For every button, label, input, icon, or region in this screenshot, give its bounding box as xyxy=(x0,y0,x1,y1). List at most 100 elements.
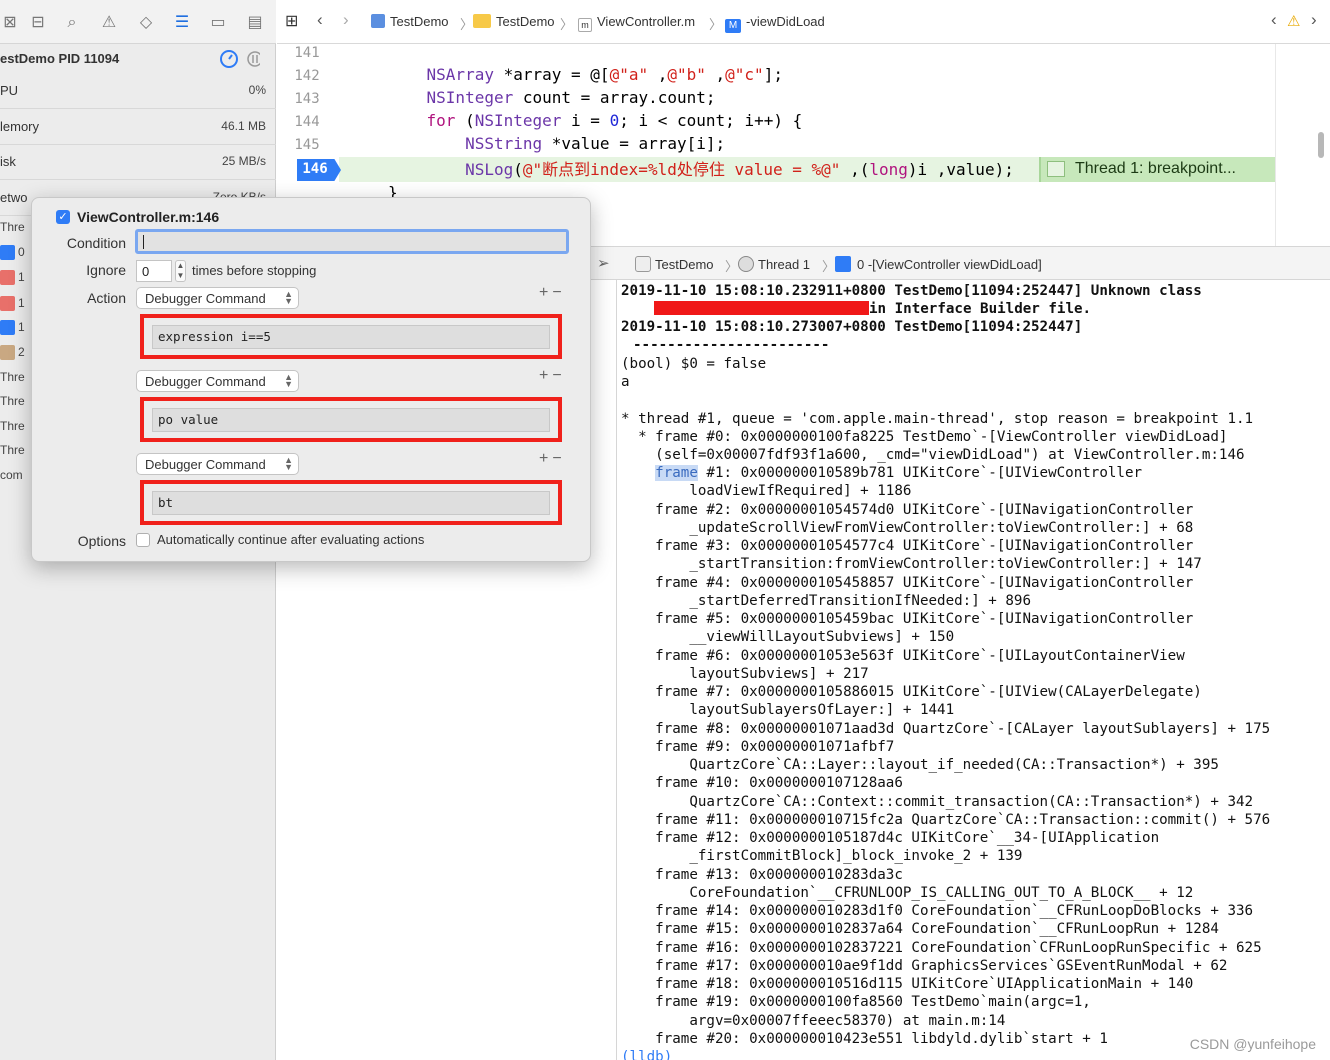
action-type-popup[interactable]: Debugger Command ▲ ▼ xyxy=(136,453,299,475)
console-line: frame #20: 0x000000010423e551 libdyld.dy… xyxy=(621,1031,1108,1047)
jump-bar: ⊞ ‹ › TestDemo 〉 TestDemo 〉 m ViewControl… xyxy=(277,0,1330,44)
search-icon[interactable]: ⌕ xyxy=(62,12,82,32)
action-type-popup[interactable]: Debugger Command ▲ ▼ xyxy=(136,370,299,392)
line-number: 143 xyxy=(294,91,320,107)
updown-chevron-icon: ▲ ▼ xyxy=(284,289,293,306)
console-line: frame #9: 0x00000001071afbf7 xyxy=(621,739,895,755)
console-line: frame #7: 0x0000000105886015 UIKitCore`-… xyxy=(621,684,1202,700)
debug-breadcrumb-frame[interactable]: 0 -[ViewController viewDidLoad] xyxy=(835,256,1042,272)
condition-input[interactable] xyxy=(135,229,569,254)
action-type-popup[interactable]: Debugger Command ▲ ▼ xyxy=(136,287,299,309)
debugger-command-field[interactable]: expression i==5 xyxy=(152,325,550,349)
console-line: frame #1: 0x000000010589b781 UIKitCore`-… xyxy=(655,465,1143,481)
condition-label: Condition xyxy=(66,235,126,251)
options-label: Options xyxy=(77,533,126,549)
breadcrumb-project[interactable]: TestDemo xyxy=(371,14,449,29)
console-line: frame #19: 0x0000000100fa8560 TestDemo`m… xyxy=(621,994,1091,1010)
console-line: argv=0x00007ffeeec58370) at main.m:14 xyxy=(621,1013,1006,1029)
test-diamond-icon[interactable]: ◇ xyxy=(136,12,156,32)
person-icon xyxy=(0,320,15,336)
breadcrumb-method[interactable]: M -viewDidLoad xyxy=(725,14,825,33)
console-line: __viewWillLayoutSubviews] + 150 xyxy=(621,629,955,645)
breadcrumb-separator: 〉 xyxy=(560,17,574,32)
memory-gauge[interactable]: lemory 46.1 MB xyxy=(0,110,276,145)
console-line: QuartzCore`CA::Context::commit_transacti… xyxy=(621,794,1254,810)
updown-chevron-icon: ▲ ▼ xyxy=(284,455,293,472)
issue-warning-icon[interactable]: ⚠ xyxy=(99,12,119,32)
debug-breadcrumb-target[interactable]: TestDemo xyxy=(635,256,714,272)
breadcrumb-separator: 〉 xyxy=(460,17,474,32)
console-line: frame #14: 0x000000010283d1f0 CoreFounda… xyxy=(621,903,1254,919)
add-remove-action-buttons[interactable]: +− xyxy=(539,450,566,468)
warning-icon[interactable]: ⚠ xyxy=(1287,12,1300,30)
forward-arrow-icon[interactable]: › xyxy=(343,10,349,30)
console-line: frame #18: 0x000000010516d115 UIKitCore`… xyxy=(621,976,1194,992)
window-icon xyxy=(0,270,15,286)
breakpoint-enabled-checkbox[interactable]: ✓ xyxy=(56,210,70,224)
add-remove-action-buttons[interactable]: +− xyxy=(539,367,566,385)
auto-continue-label: Automatically continue after evaluating … xyxy=(157,532,425,547)
project-icon xyxy=(371,14,385,28)
debug-console[interactable]: 2019-11-10 15:08:10.232911+0800 TestDemo… xyxy=(618,280,1330,1060)
thread-stop-badge[interactable]: Thread 1: breakpoint... xyxy=(1039,157,1275,182)
back-arrow-icon[interactable]: ‹ xyxy=(317,10,323,30)
breadcrumb-separator: 〉 xyxy=(822,259,836,274)
ignore-count-field[interactable]: 0 xyxy=(136,260,172,282)
console-line: frame #8: 0x00000001071aad3d QuartzCore`… xyxy=(621,721,1271,737)
breadcrumb-file[interactable]: m ViewController.m xyxy=(578,14,695,32)
source-control-icon[interactable]: ⊟ xyxy=(28,12,48,32)
console-line: frame #6: 0x00000001053e563f UIKitCore`-… xyxy=(621,648,1185,664)
console-line: frame #13: 0x000000010283da3c xyxy=(621,867,903,883)
prev-issue-icon[interactable]: ‹ xyxy=(1271,10,1277,30)
gauge-icon[interactable] xyxy=(220,50,263,68)
console-line: frame #3: 0x00000001054577c4 UIKitCore`-… xyxy=(621,538,1194,554)
breakpoint-title: ViewController.m:146 xyxy=(77,209,220,225)
console-line: _startTransition:fromViewController:toVi… xyxy=(621,556,1202,572)
ignore-suffix-text: times before stopping xyxy=(192,263,317,278)
highlight-box: po value xyxy=(140,397,562,442)
code-line: for (NSInteger i = 0; i < count; i++) { xyxy=(426,111,803,130)
code-line: NSLog(@"断点到index=%ld处停住 value = %@" ,(lo… xyxy=(465,160,1014,179)
method-icon: M xyxy=(725,19,741,33)
text-caret xyxy=(143,235,144,249)
gear-icon xyxy=(0,345,15,361)
report-icon[interactable]: ▤ xyxy=(245,12,265,32)
debugger-command-field[interactable]: bt xyxy=(152,491,550,515)
console-line: _startDeferredTransitionIfNeeded:] + 896 xyxy=(621,593,1031,609)
folder-icon[interactable]: ⊠ xyxy=(0,12,20,32)
next-issue-icon[interactable]: › xyxy=(1311,10,1317,30)
console-line: loadViewIfRequired] + 1186 xyxy=(621,483,912,499)
related-items-icon[interactable]: ⊞ xyxy=(285,11,298,31)
auto-continue-checkbox[interactable] xyxy=(136,533,150,547)
debug-breadcrumb-thread[interactable]: Thread 1 xyxy=(738,256,810,272)
console-line: 2019-11-10 15:08:10.273007+0800 TestDemo… xyxy=(621,319,1083,335)
debugger-command-field[interactable]: po value xyxy=(152,408,550,432)
editor-scroll-knob[interactable] xyxy=(1318,132,1324,158)
add-remove-action-buttons[interactable]: +− xyxy=(539,284,566,302)
ignore-label: Ignore xyxy=(86,262,126,278)
code-line: NSArray *array = @[@"a" ,@"b" ,@"c"]; xyxy=(426,65,783,84)
debug-navigator-icon[interactable]: ☰ xyxy=(172,12,192,32)
breadcrumb-group[interactable]: TestDemo xyxy=(473,14,555,29)
line-number: 145 xyxy=(294,137,320,153)
minimap-divider xyxy=(1275,44,1276,246)
code-line: NSString *value = array[i]; xyxy=(465,134,726,153)
ignore-count-stepper[interactable]: ▲ ▼ xyxy=(175,260,186,282)
console-line: _firstCommitBlock]_block_invoke_2 + 139 xyxy=(621,848,1023,864)
console-line: frame #16: 0x0000000102837221 CoreFounda… xyxy=(621,940,1262,956)
thread-icon xyxy=(738,256,754,272)
console-line: QuartzCore`CA::Layer::layout_if_needed(C… xyxy=(621,757,1219,773)
person-icon xyxy=(835,256,851,272)
console-line: * thread #1, queue = 'com.apple.main-thr… xyxy=(621,411,1254,427)
console-line: frame #11: 0x000000010715fc2a QuartzCore… xyxy=(621,812,1271,828)
redaction-bar xyxy=(654,301,869,315)
disk-gauge[interactable]: isk 25 MB/s xyxy=(0,145,276,180)
location-arrow-icon[interactable]: ➢ xyxy=(597,254,610,272)
window-icon xyxy=(0,296,15,312)
navigator-toolbar: ⊠ ⊟ ⌕ ⚠ ◇ ☰ ▭ ▤ xyxy=(0,0,276,44)
console-line: a xyxy=(621,374,630,390)
console-line: ----------------------- xyxy=(633,337,830,353)
selected-text-highlight: frame xyxy=(655,465,698,481)
cpu-gauge[interactable]: PU 0% xyxy=(0,74,276,109)
breakpoint-navigator-icon[interactable]: ▭ xyxy=(208,12,228,32)
